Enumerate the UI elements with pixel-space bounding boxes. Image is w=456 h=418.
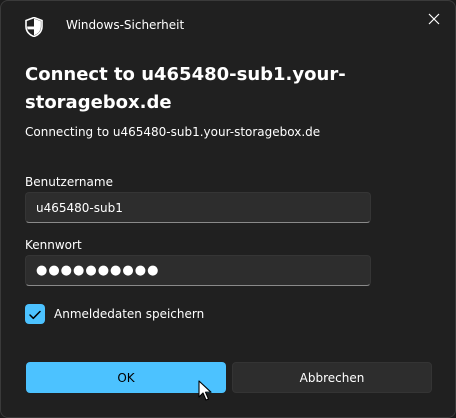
ok-button[interactable]: OK xyxy=(26,362,226,393)
password-label: Kennwort xyxy=(25,238,82,252)
dialog-heading: Connect to u465480-sub1.your-storagebox.… xyxy=(25,64,346,113)
close-button[interactable] xyxy=(417,5,451,33)
cancel-button[interactable]: Abbrechen xyxy=(232,362,432,393)
username-value: u465480-sub1 xyxy=(36,200,123,215)
username-label: Benutzername xyxy=(25,175,113,189)
ok-button-label: OK xyxy=(117,370,135,385)
shield-icon xyxy=(25,16,43,38)
dialog-subtitle: Connecting to u465480-sub1.your-storageb… xyxy=(25,125,321,139)
button-footer: OK Abbrechen xyxy=(1,343,455,417)
remember-credentials-checkbox[interactable]: Anmeldedaten speichern xyxy=(25,303,204,325)
app-title: Windows-Sicherheit xyxy=(66,18,185,32)
title-bar: Windows-Sicherheit xyxy=(1,1,455,51)
checkmark-icon xyxy=(29,305,41,324)
password-value: ●●●●●●●●●● xyxy=(36,263,160,278)
password-field[interactable]: ●●●●●●●●●● xyxy=(25,255,371,286)
remember-label: Anmeldedaten speichern xyxy=(54,307,205,321)
cancel-button-label: Abbrechen xyxy=(299,370,365,385)
username-field[interactable]: u465480-sub1 xyxy=(25,192,371,223)
close-icon xyxy=(428,10,440,29)
checkbox-box[interactable] xyxy=(25,304,45,324)
credential-dialog: Windows-Sicherheit Connect to u465480-su… xyxy=(0,0,456,418)
